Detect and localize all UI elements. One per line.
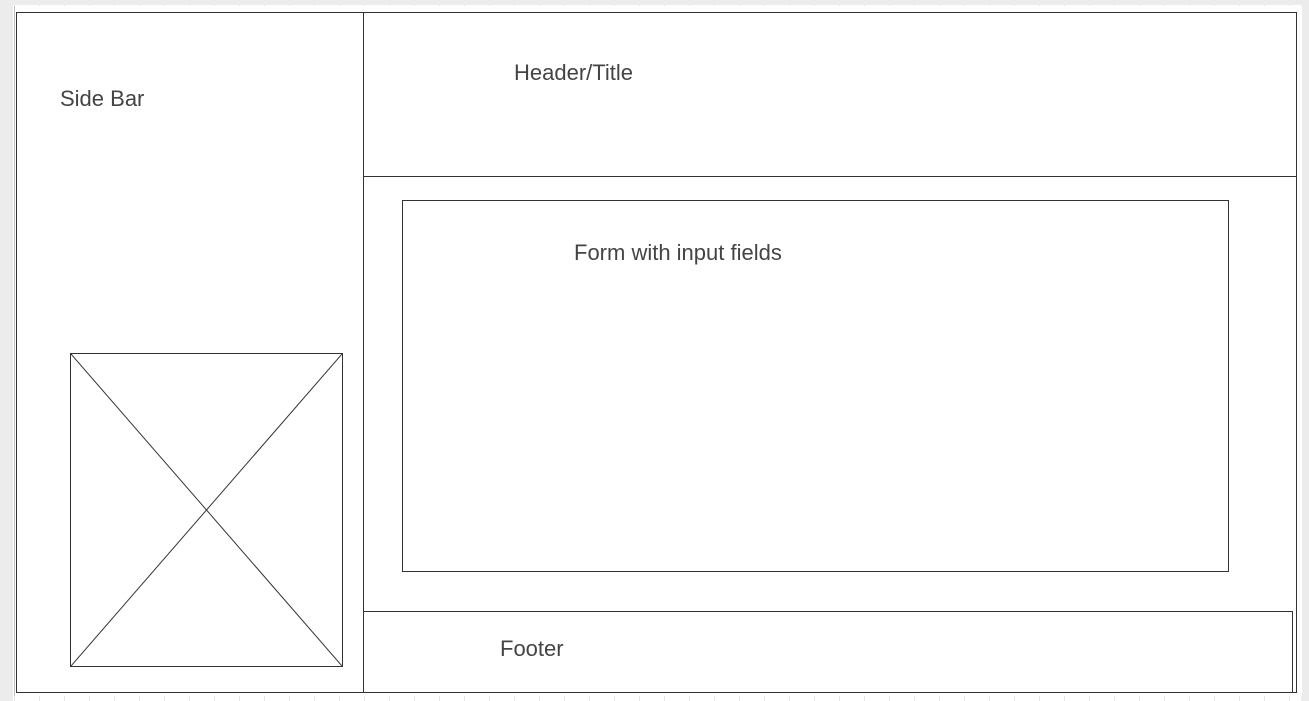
- image-placeholder-cross-icon: [71, 354, 342, 666]
- header-region: [363, 12, 1297, 177]
- canvas-right-gutter: [1301, 0, 1309, 701]
- image-placeholder: [70, 353, 343, 667]
- form-label: Form with input fields: [574, 240, 782, 265]
- sidebar-label: Side Bar: [60, 86, 145, 111]
- canvas-left-gutter: [0, 0, 13, 701]
- footer-label: Footer: [500, 636, 564, 661]
- header-label: Header/Title: [514, 60, 634, 85]
- form-region: [402, 200, 1229, 572]
- canvas-top-edge: [0, 0, 1309, 5]
